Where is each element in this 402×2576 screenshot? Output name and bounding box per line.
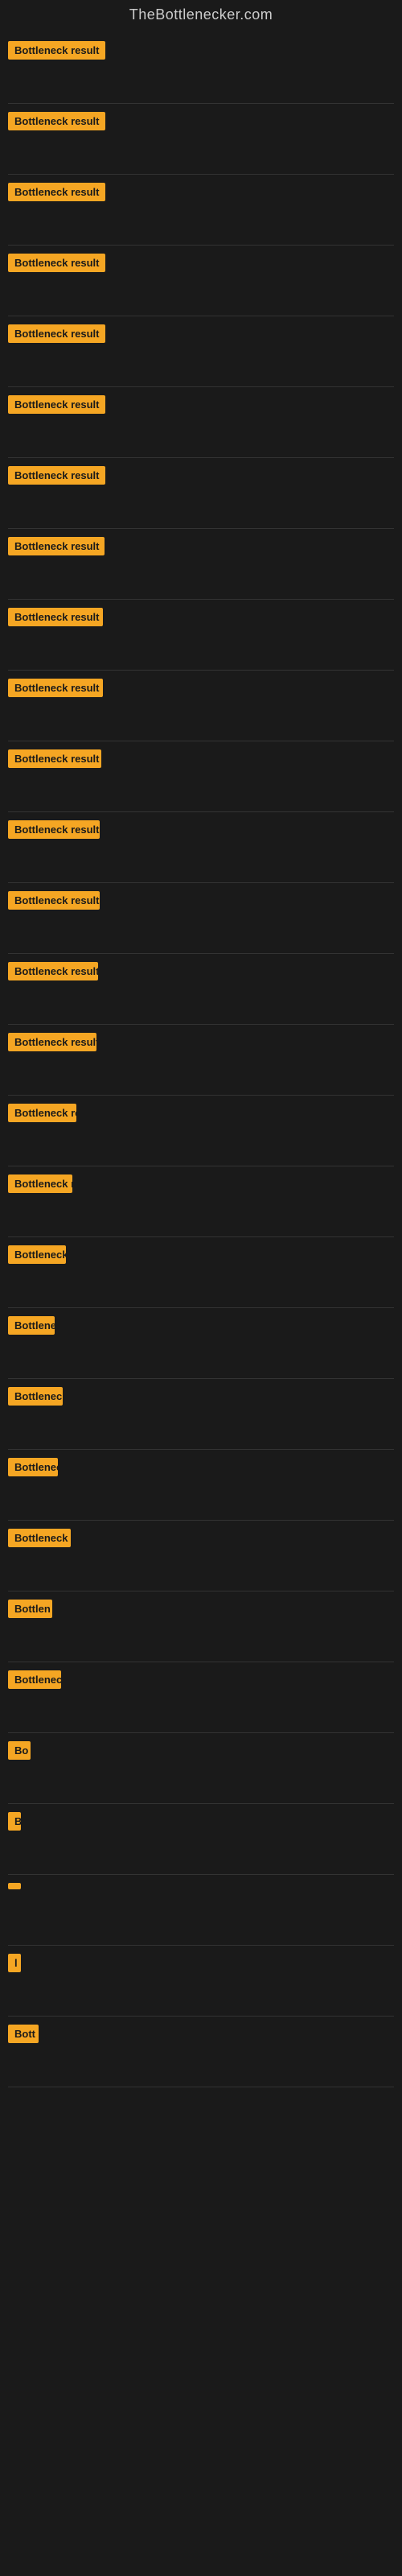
list-item: Bottleneck result [8, 387, 394, 458]
bottleneck-badge[interactable]: Bottleneck r [8, 1387, 63, 1406]
list-item: Bottleneck [8, 1662, 394, 1733]
bottleneck-badge[interactable]: Bottleneck [8, 1670, 61, 1689]
list-item: Bottleneck [8, 1237, 394, 1308]
list-item: Bottleneck result [8, 316, 394, 387]
list-item: Bo [8, 1733, 394, 1804]
bottleneck-badge[interactable]: Bottlen [8, 1600, 52, 1618]
list-item: l [8, 1946, 394, 2017]
list-item: Bottleneck result [8, 1166, 394, 1237]
list-item: Bottleneck result [8, 671, 394, 741]
list-item: Bottlen [8, 1591, 394, 1662]
bottleneck-badge[interactable]: Bottleneck result [8, 820, 100, 839]
bottleneck-badge[interactable] [8, 1883, 21, 1889]
bottleneck-badge[interactable]: Bottleneck result [8, 962, 98, 980]
bottleneck-badge[interactable]: B [8, 1812, 21, 1831]
bottleneck-badge[interactable]: Bottleneck result [8, 1104, 76, 1122]
bottleneck-badge[interactable]: Bottleneck re [8, 1529, 71, 1547]
bottleneck-badge[interactable]: Bottleneck result [8, 324, 105, 343]
list-item: Bottleneck result [8, 883, 394, 954]
list-item: Bottleneck result [8, 954, 394, 1025]
bottleneck-badge[interactable]: Bottleneck result [8, 608, 103, 626]
list-item: Bottleneck result [8, 741, 394, 812]
bottleneck-badge[interactable]: Bottleneck result [8, 112, 105, 130]
bottleneck-badge[interactable]: Bottleneck [8, 1458, 58, 1476]
bottleneck-badge[interactable]: Bottleneck result [8, 466, 105, 485]
bottleneck-badge[interactable]: Bo [8, 1741, 31, 1760]
bottleneck-badge[interactable]: Bottleneck result [8, 395, 105, 414]
bottleneck-badge[interactable]: Bottleneck result [8, 183, 105, 201]
bottleneck-badge[interactable]: l [8, 1954, 21, 1972]
list-item: Bottleneck result [8, 1025, 394, 1096]
bottleneck-badge[interactable]: Bottleneck result [8, 254, 105, 272]
bottleneck-badge[interactable]: Bottleneck [8, 1245, 66, 1264]
list-item: Bott [8, 2017, 394, 2087]
list-item: Bottleneck result [8, 458, 394, 529]
bottleneck-badge[interactable]: Bottleneck result [8, 1174, 72, 1193]
site-header: TheBottlenecker.com [0, 0, 402, 33]
list-item: Bottleneck result [8, 1096, 394, 1166]
bottleneck-badge[interactable]: Bottleneck result [8, 679, 103, 697]
list-item: Bottleneck result [8, 175, 394, 246]
bottleneck-badge[interactable]: Bottleneck result [8, 1033, 96, 1051]
list-item: Bottleneck result [8, 104, 394, 175]
bottleneck-badge[interactable]: Bott [8, 2025, 39, 2043]
bottleneck-badge[interactable]: Bottleneck result [8, 41, 105, 60]
list-item: Bottleneck result [8, 812, 394, 883]
list-item: Bottleneck result [8, 33, 394, 104]
bottleneck-badge[interactable]: Bottleneck [8, 1316, 55, 1335]
list-item [8, 1875, 394, 1946]
bottleneck-badge[interactable]: Bottleneck result [8, 537, 105, 555]
list-item: Bottleneck [8, 1308, 394, 1379]
list-item: Bottleneck [8, 1450, 394, 1521]
list-item: Bottleneck r [8, 1379, 394, 1450]
site-title: TheBottlenecker.com [0, 0, 402, 33]
list-item: Bottleneck result [8, 600, 394, 671]
bottleneck-badge[interactable]: Bottleneck result [8, 891, 100, 910]
list-item: Bottleneck result [8, 529, 394, 600]
bottleneck-badge[interactable]: Bottleneck result [8, 749, 101, 768]
list-item: Bottleneck result [8, 246, 394, 316]
list-item: B [8, 1804, 394, 1875]
bottleneck-list: Bottleneck result Bottleneck result Bottle… [0, 33, 402, 2570]
list-item: Bottleneck re [8, 1521, 394, 1591]
